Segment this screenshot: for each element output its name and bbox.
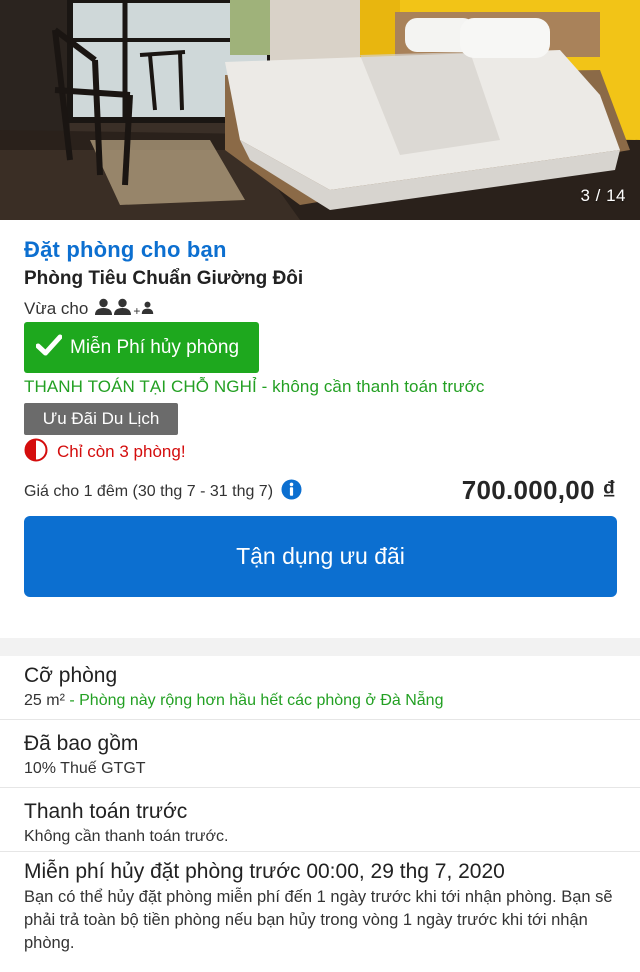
room-photo[interactable]: 3 / 14 <box>0 0 640 220</box>
divider <box>0 787 640 788</box>
detail-body: 10% Thuế GTGT <box>24 760 146 777</box>
detail-room-size: Cỡ phòng 25 m² - Phòng này rộng hơn hầu … <box>24 664 624 712</box>
take-deal-button[interactable]: Tận dụng ưu đãi <box>24 516 617 597</box>
detail-included: Đã bao gồm 10% Thuế GTGT <box>24 732 624 780</box>
occupancy: Vừa cho + <box>24 298 154 320</box>
price-row: Giá cho 1 đêm (30 thg 7 - 31 thg 7) 700.… <box>24 475 616 505</box>
child-person-icon <box>141 299 154 319</box>
free-cancellation-badge: Miễn Phí hủy phòng <box>24 322 259 373</box>
detail-body: Không cần thanh toán trước. <box>24 828 229 845</box>
person-icon <box>94 298 113 320</box>
half-circle-icon <box>24 438 48 467</box>
rooms-left-alert: Chỉ còn 3 phòng! <box>24 438 186 467</box>
info-icon[interactable] <box>281 479 302 505</box>
detail-heading: Miễn phí hủy đặt phòng trước 00:00, 29 t… <box>24 860 505 883</box>
check-icon <box>35 334 63 362</box>
booking-heading: Đặt phòng cho bạn <box>24 237 227 262</box>
photo-counter: 3 / 14 <box>580 186 626 205</box>
free-cancellation-label: Miễn Phí hủy phòng <box>70 336 240 358</box>
pay-at-property: THANH TOÁN TẠI CHỖ NGHỈ - không cần than… <box>24 377 485 396</box>
occupancy-plus: + <box>133 304 141 318</box>
section-separator <box>0 638 640 656</box>
room-photo-image <box>0 0 640 220</box>
divider <box>0 851 640 852</box>
price-note-label: Giá cho 1 đêm (30 thg 7 - 31 thg 7) <box>24 483 274 500</box>
divider <box>0 719 640 720</box>
detail-prepayment: Thanh toán trước Không cần thanh toán tr… <box>24 800 624 848</box>
detail-heading: Cỡ phòng <box>24 664 118 687</box>
detail-body: Bạn có thể hủy đặt phòng miễn phí đến 1 … <box>24 888 613 952</box>
price-note: Giá cho 1 đêm (30 thg 7 - 31 thg 7) <box>24 479 302 505</box>
detail-heading: Đã bao gồm <box>24 732 139 755</box>
detail-body: 25 m² - Phòng này rộng hơn hầu hết các p… <box>24 690 624 712</box>
travel-deal-badge: Ưu Đãi Du Lịch <box>24 403 178 435</box>
room-card: Đặt phòng cho bạn Phòng Tiêu Chuẩn Giườn… <box>0 220 640 638</box>
detail-heading: Thanh toán trước <box>24 800 188 823</box>
price-value: 700.000,00 ₫ <box>461 475 616 505</box>
person-icon <box>113 298 132 320</box>
room-size-value: 25 m² <box>24 692 65 709</box>
detail-cancellation: Miễn phí hủy đặt phòng trước 00:00, 29 t… <box>24 860 624 955</box>
room-size-note: Phòng này rộng hơn hầu hết các phòng ở Đ… <box>79 692 444 709</box>
room-name[interactable]: Phòng Tiêu Chuẩn Giường Đôi <box>24 268 303 290</box>
rooms-left-label: Chỉ còn 3 phòng! <box>57 442 186 461</box>
room-size-separator: - <box>64 692 80 709</box>
occupancy-label: Vừa cho <box>24 299 89 318</box>
room-details: Cỡ phòng 25 m² - Phòng này rộng hơn hầu … <box>0 656 640 972</box>
